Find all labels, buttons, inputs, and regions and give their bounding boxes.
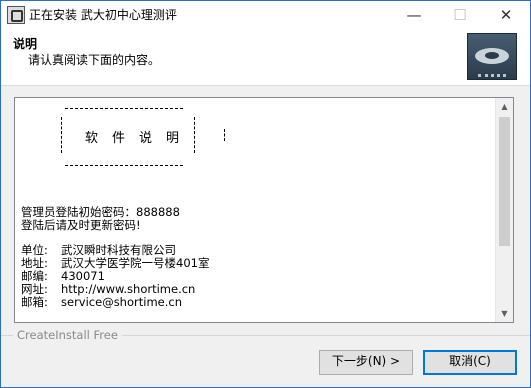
readme-text: 软件说明 管理员登陆初始密码：888888 登陆后请及时更新密码! 单位: 武汉… [21, 98, 489, 322]
info-row-website: 网址: http://www.shortime.cn [21, 282, 195, 296]
info-value: 430071 [61, 269, 105, 283]
title-frame: 软件说明 [61, 108, 225, 166]
info-label: 邮箱: [21, 295, 48, 309]
header-title: 说明 [13, 37, 38, 51]
wizard-header: 说明 请认真阅读下面的内容。 [1, 29, 530, 86]
next-button[interactable]: 下一步(N) > [319, 350, 413, 375]
header-subtitle: 请认真阅读下面的内容。 [28, 53, 161, 67]
createinstall-brand: CreateInstall Free [13, 328, 122, 342]
vertical-scrollbar[interactable]: ▲ ▼ [495, 98, 513, 322]
scroll-thumb[interactable] [499, 117, 510, 246]
close-button[interactable]: ✕ [483, 1, 529, 29]
box-title: 软件说明 [85, 131, 194, 146]
info-label: 地址: [21, 256, 48, 270]
cancel-button[interactable]: 取消(C) [423, 350, 517, 375]
maximize-button: ☐ [453, 6, 467, 24]
installer-app-icon [7, 6, 25, 24]
cd-disc-icon [467, 33, 517, 80]
window-title: 正在安装 武大初中心理测评 [29, 8, 177, 22]
info-label: 邮编: [21, 269, 48, 283]
title-bar[interactable]: 正在安装 武大初中心理测评 — ☐ ✕ [1, 1, 530, 29]
password-line: 管理员登陆初始密码：888888 [21, 205, 180, 219]
info-row-email: 邮箱: service@shortime.cn [21, 295, 182, 309]
info-label: 网址: [21, 282, 48, 296]
info-value: 武汉瞬时科技有限公司 [61, 243, 176, 257]
scroll-down-arrow-icon[interactable]: ▼ [496, 305, 513, 322]
info-row-unit: 单位: 武汉瞬时科技有限公司 [21, 243, 176, 257]
info-value: 武汉大学医学院一号楼401室 [61, 256, 210, 270]
scroll-up-arrow-icon[interactable]: ▲ [496, 98, 513, 115]
installer-window: 正在安装 武大初中心理测评 — ☐ ✕ 说明 请认真阅读下面的内容。 软件说明 … [0, 0, 531, 388]
info-value: service@shortime.cn [61, 295, 182, 309]
reminder-line: 登陆后请及时更新密码! [21, 218, 141, 232]
info-label: 单位: [21, 243, 48, 257]
info-value: http://www.shortime.cn [61, 282, 196, 296]
info-row-address: 地址: 武汉大学医学院一号楼401室 [21, 256, 209, 270]
minimize-button[interactable]: — [391, 1, 437, 29]
readme-text-box[interactable]: 软件说明 管理员登陆初始密码：888888 登陆后请及时更新密码! 单位: 武汉… [14, 97, 514, 323]
info-row-zipcode: 邮编: 430071 [21, 269, 105, 283]
